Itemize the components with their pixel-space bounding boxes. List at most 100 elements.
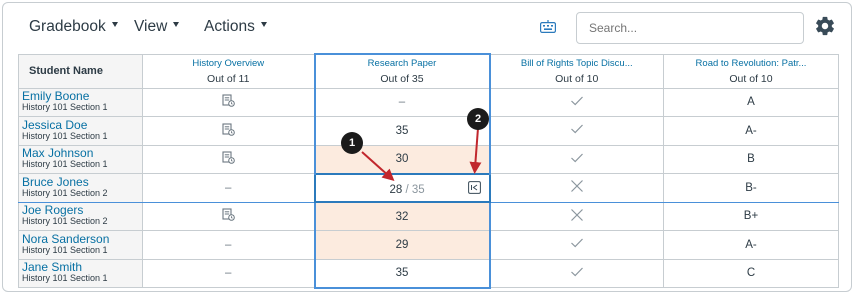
student-name-link[interactable]: Max Johnson bbox=[22, 147, 142, 159]
caret-down-icon bbox=[260, 22, 267, 27]
grade-input[interactable]: 28 bbox=[390, 184, 403, 196]
grade-cell-road-to-revolution[interactable]: C bbox=[663, 258, 839, 288]
student-name-link[interactable]: Nora Sanderson bbox=[22, 233, 142, 245]
student-name-link[interactable]: Bruce Jones bbox=[22, 176, 142, 188]
grade-cell-road-to-revolution[interactable]: B bbox=[663, 144, 839, 174]
table-row: Joe Rogers History 101 Section 2 32 B+ bbox=[18, 201, 839, 231]
grade-cell-bill-of-rights[interactable] bbox=[489, 116, 664, 146]
student-name-header[interactable]: Student Name bbox=[18, 53, 143, 89]
gradebook-window: Gradebook View Actions Search... Student… bbox=[2, 2, 852, 292]
grade-cell-road-to-revolution[interactable]: A- bbox=[663, 230, 839, 260]
column-header-bill-of-rights[interactable]: Bill of Rights Topic Discu... Out of 10 bbox=[489, 53, 664, 89]
student-cell: Bruce Jones History 101 Section 2 bbox=[18, 173, 143, 203]
gradebook-menu-label: Gradebook bbox=[29, 18, 106, 35]
column-points: Out of 10 bbox=[555, 72, 599, 85]
grade-cell-bill-of-rights[interactable] bbox=[489, 87, 664, 117]
callout-1: 1 bbox=[341, 132, 363, 154]
grade-cell-bill-of-rights[interactable] bbox=[489, 144, 664, 174]
grade-cell-history-overview[interactable]: – bbox=[142, 230, 315, 260]
student-cell: Jane Smith History 101 Section 1 bbox=[18, 258, 143, 288]
column-header-road-to-revolution[interactable]: Road to Revolution: Patr... Out of 10 bbox=[663, 53, 839, 89]
keyboard-shortcuts-icon[interactable] bbox=[540, 20, 556, 33]
search-input[interactable] bbox=[576, 12, 804, 44]
student-section: History 101 Section 2 bbox=[22, 216, 108, 227]
student-cell: Max Johnson History 101 Section 1 bbox=[18, 144, 143, 174]
table-row: Bruce Jones History 101 Section 2–28/ 35 B… bbox=[18, 172, 839, 203]
grid-body: Emily Boone History 101 Section 1– A Jessic… bbox=[18, 87, 839, 289]
caret-down-icon bbox=[111, 22, 118, 27]
column-title[interactable]: Bill of Rights Topic Discu... bbox=[491, 58, 664, 69]
grade-cell-road-to-revolution[interactable]: B- bbox=[663, 173, 839, 203]
grade-cell-bill-of-rights[interactable] bbox=[489, 201, 664, 231]
column-points: Out of 10 bbox=[729, 72, 773, 85]
student-section: History 101 Section 1 bbox=[22, 273, 108, 284]
check-icon bbox=[570, 96, 583, 106]
student-section: History 101 Section 1 bbox=[22, 159, 108, 170]
actions-menu-label: Actions bbox=[204, 18, 255, 35]
student-section: History 101 Section 1 bbox=[22, 102, 108, 113]
gear-icon[interactable] bbox=[814, 15, 836, 37]
submission-icon bbox=[222, 208, 235, 222]
submission-icon bbox=[222, 151, 235, 165]
student-cell: Joe Rogers History 101 Section 2 bbox=[18, 201, 143, 231]
grade-cell-road-to-revolution[interactable]: A bbox=[663, 87, 839, 117]
check-icon bbox=[570, 267, 583, 277]
grade-cell-history-overview[interactable] bbox=[142, 144, 315, 174]
student-name-link[interactable]: Emily Boone bbox=[22, 90, 142, 102]
grade-cell-road-to-revolution[interactable]: A- bbox=[663, 116, 839, 146]
x-icon bbox=[570, 180, 583, 193]
view-menu-label: View bbox=[134, 18, 168, 35]
grade-cell-history-overview[interactable]: – bbox=[142, 173, 315, 203]
callout-2: 2 bbox=[467, 108, 489, 130]
grade-cell-history-overview[interactable] bbox=[142, 116, 315, 146]
view-menu[interactable]: View bbox=[134, 18, 180, 36]
table-row: Nora Sanderson History 101 Section 1–29 A- bbox=[18, 230, 839, 260]
student-cell: Emily Boone History 101 Section 1 bbox=[18, 87, 143, 117]
grade-cell-history-overview[interactable]: – bbox=[142, 258, 315, 288]
column-title[interactable]: History Overview bbox=[143, 58, 314, 69]
column-points: Out of 35 bbox=[380, 72, 424, 85]
table-row: Jane Smith History 101 Section 1–35 C bbox=[18, 258, 839, 289]
table-row: Emily Boone History 101 Section 1 – A bbox=[18, 87, 839, 117]
submission-icon bbox=[222, 94, 235, 108]
table-row: Jessica Doe History 101 Section 1 35 A- bbox=[18, 116, 839, 146]
points-possible: / 35 bbox=[405, 183, 425, 196]
grade-cell-bill-of-rights[interactable] bbox=[489, 258, 664, 288]
toolbar: Gradebook View Actions bbox=[3, 3, 853, 51]
student-name-link[interactable]: Joe Rogers bbox=[22, 204, 142, 216]
student-name-link[interactable]: Jessica Doe bbox=[22, 119, 142, 131]
header-row: Student Name History Overview Out of 11 … bbox=[18, 53, 839, 89]
grade-cell-history-overview[interactable] bbox=[142, 87, 315, 117]
table-row: Max Johnson History 101 Section 1 30 B bbox=[18, 144, 839, 174]
grade-cell-research-paper[interactable]: 32 bbox=[313, 201, 491, 231]
grade-cell-history-overview[interactable] bbox=[142, 201, 315, 231]
open-grade-detail-tray-icon[interactable] bbox=[467, 180, 481, 194]
column-header-history-overview[interactable]: History Overview Out of 11 bbox=[142, 53, 315, 89]
student-section: History 101 Section 1 bbox=[22, 130, 108, 141]
column-header-research-paper[interactable]: Research Paper Out of 35 bbox=[313, 53, 491, 89]
grade-cell-research-paper[interactable]: 29 bbox=[313, 230, 491, 260]
check-icon bbox=[570, 238, 583, 248]
column-title[interactable]: Road to Revolution: Patr... bbox=[664, 58, 838, 69]
grade-cell-research-paper[interactable]: 30 bbox=[313, 144, 491, 174]
column-points: Out of 11 bbox=[207, 72, 250, 85]
student-cell: Nora Sanderson History 101 Section 1 bbox=[18, 230, 143, 260]
student-section: History 101 Section 1 bbox=[22, 244, 108, 255]
grade-cell-bill-of-rights[interactable] bbox=[489, 230, 664, 260]
grade-cell-road-to-revolution[interactable]: B+ bbox=[663, 201, 839, 231]
grade-cell-bill-of-rights[interactable] bbox=[489, 173, 664, 203]
gradebook-menu[interactable]: Gradebook bbox=[29, 18, 118, 36]
grade-cell-research-paper[interactable]: 35 bbox=[313, 258, 491, 289]
check-icon bbox=[570, 124, 583, 134]
check-icon bbox=[570, 153, 583, 163]
caret-down-icon bbox=[173, 22, 180, 27]
student-name-link[interactable]: Jane Smith bbox=[22, 261, 142, 273]
submission-icon bbox=[222, 123, 235, 136]
student-section: History 101 Section 2 bbox=[22, 187, 108, 198]
gradebook-grid: Student Name History Overview Out of 11 … bbox=[18, 53, 839, 289]
student-cell: Jessica Doe History 101 Section 1 bbox=[18, 116, 143, 146]
actions-menu[interactable]: Actions bbox=[204, 18, 267, 36]
grade-cell-research-paper-editing[interactable]: 28/ 35 bbox=[313, 172, 491, 203]
grade-cell-research-paper[interactable]: – bbox=[313, 87, 491, 117]
column-title[interactable]: Research Paper bbox=[316, 58, 489, 69]
